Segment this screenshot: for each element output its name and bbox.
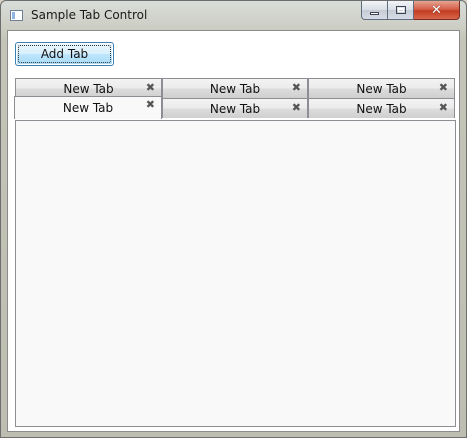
tab-label: New Tab: [209, 101, 261, 116]
minimize-icon: [370, 11, 379, 15]
tab-item-selected[interactable]: New Tab ✖: [14, 96, 162, 119]
tab-close-icon[interactable]: ✖: [439, 102, 448, 114]
tab-strip-row-2: New Tab ✖ New Tab ✖ New Tab ✖: [14, 96, 455, 119]
tab-item[interactable]: New Tab ✖: [15, 78, 162, 98]
close-icon: ✕: [431, 2, 442, 18]
tab-label: New Tab: [356, 81, 407, 96]
tab-close-icon[interactable]: ✖: [146, 99, 155, 111]
tab-item[interactable]: New Tab ✖: [162, 98, 308, 118]
tab-close-icon[interactable]: ✖: [146, 82, 155, 94]
tab-item[interactable]: New Tab ✖: [162, 78, 308, 98]
minimize-button[interactable]: [361, 1, 388, 20]
tab-label: New Tab: [356, 101, 407, 116]
tab-item[interactable]: New Tab ✖: [308, 98, 455, 118]
maximize-button[interactable]: [388, 1, 414, 20]
window-title: Sample Tab Control: [31, 8, 148, 22]
tab-close-icon[interactable]: ✖: [292, 82, 301, 94]
client-area: Add Tab New Tab ✖ New Tab ✖ New Tab ✖ Ne…: [7, 30, 460, 432]
maximize-icon: [395, 6, 406, 14]
add-tab-button[interactable]: Add Tab: [15, 42, 114, 66]
tab-item[interactable]: New Tab ✖: [308, 78, 455, 98]
tab-strip-row-1: New Tab ✖ New Tab ✖ New Tab ✖: [15, 78, 455, 98]
tab-label: New Tab: [209, 81, 261, 96]
tab-content-panel: [15, 120, 456, 427]
tab-control: New Tab ✖ New Tab ✖ New Tab ✖ New Tab ✖: [14, 78, 456, 427]
window-app-icon[interactable]: [10, 10, 23, 21]
tab-label: New Tab: [62, 101, 114, 115]
caption-buttons: ✕: [361, 1, 460, 21]
tab-close-icon[interactable]: ✖: [292, 102, 301, 114]
tab-close-icon[interactable]: ✖: [439, 82, 448, 94]
title-bar[interactable]: Sample Tab Control ✕: [1, 1, 466, 31]
app-window: Sample Tab Control ✕ Add Tab New Tab ✖ N…: [0, 0, 467, 438]
tab-label: New Tab: [63, 81, 114, 96]
close-button[interactable]: ✕: [414, 1, 460, 20]
